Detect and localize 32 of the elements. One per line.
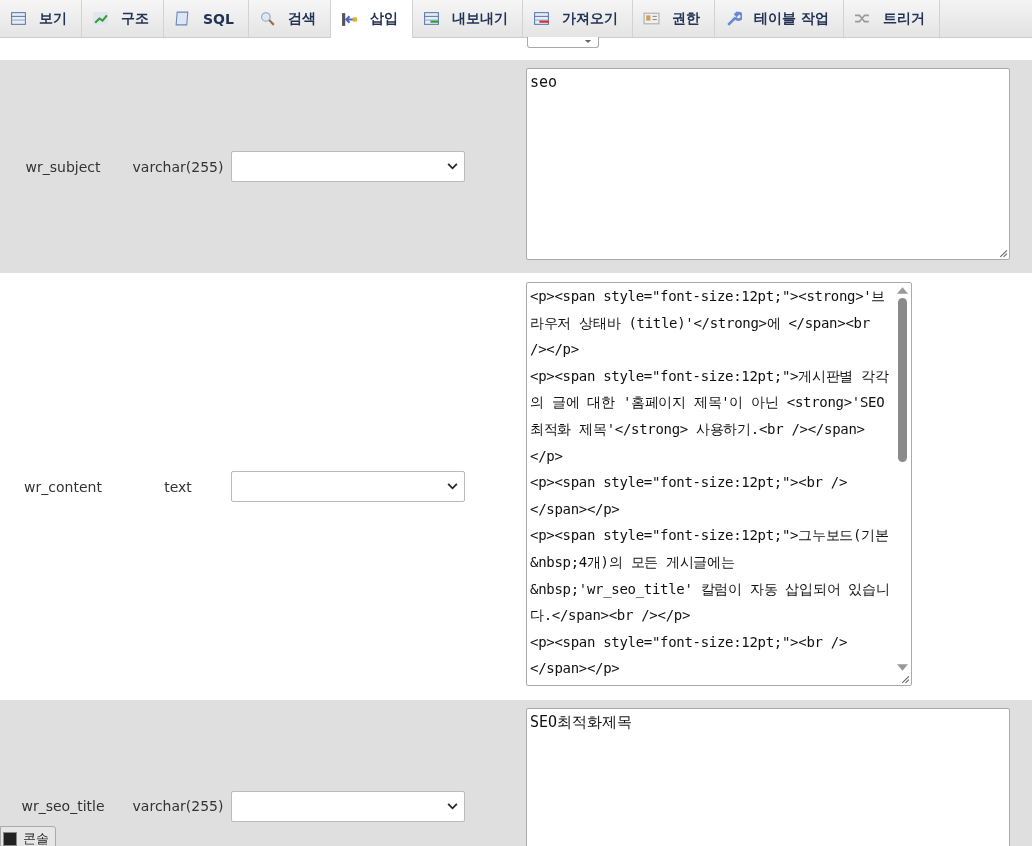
column-name: wr_subject: [24, 158, 102, 175]
column-name: wr_seo_title: [20, 798, 106, 814]
chevron-down-icon: [447, 163, 458, 170]
export-icon: [422, 10, 440, 27]
tab[interactable]: 삽입: [330, 0, 413, 38]
import-icon: [532, 10, 550, 27]
value-textarea[interactable]: seo: [526, 68, 1010, 260]
chevron-down-icon: [447, 803, 458, 810]
caret-icon: [584, 39, 592, 44]
column-type: varchar(255): [131, 798, 225, 814]
scrollbar-thumb[interactable]: [897, 298, 907, 462]
column-name: wr_content: [23, 478, 103, 495]
column-type: text: [163, 478, 193, 495]
chart-icon: [92, 10, 109, 27]
function-dropdown[interactable]: [231, 471, 465, 502]
scroll-down-icon[interactable]: [896, 664, 908, 671]
value-textarea[interactable]: SEO최적화제목: [526, 708, 1010, 846]
dropdown[interactable]: [527, 37, 599, 48]
value-textarea[interactable]: <p><span style="font-size:12pt;"><strong>'브라우저 상태바 (title)'</strong>에 </span><br /></p> <p><span style="font-size:12pt;">게시판별 각각의 글에 대한 '홈페이지 제목'이 아닌 <strong>'SEO 최적화 제목'</strong> 사용하기.<br /></span></p> <p><span style="font-size:12pt;"><br /> </span></p> <p><span style="font-size:12pt;">그누보드(기본&nbsp;4개)의 모든 게시글에는 &nbsp;'wr_seo_title' 칼럼이 자동 삽입되어 있습니다.</span><br /></p> <p><span style="font-size:12pt;"><br /> </span></p>: [526, 282, 912, 686]
scroll-icon: [174, 10, 191, 27]
table-icon: [10, 10, 27, 27]
console-button[interactable]: 콘솔: [0, 826, 56, 846]
chevron-down-icon: [447, 483, 458, 490]
function-dropdown[interactable]: [231, 151, 465, 182]
id-card-icon: [642, 10, 660, 27]
insert-icon: [340, 10, 358, 28]
search-icon: [258, 10, 276, 27]
resize-grip-icon[interactable]: [899, 673, 910, 684]
resize-grip-icon[interactable]: [997, 247, 1008, 258]
scroll-up-icon[interactable]: [896, 287, 908, 294]
column-type: varchar(255): [131, 158, 225, 175]
function-dropdown[interactable]: [231, 791, 465, 822]
